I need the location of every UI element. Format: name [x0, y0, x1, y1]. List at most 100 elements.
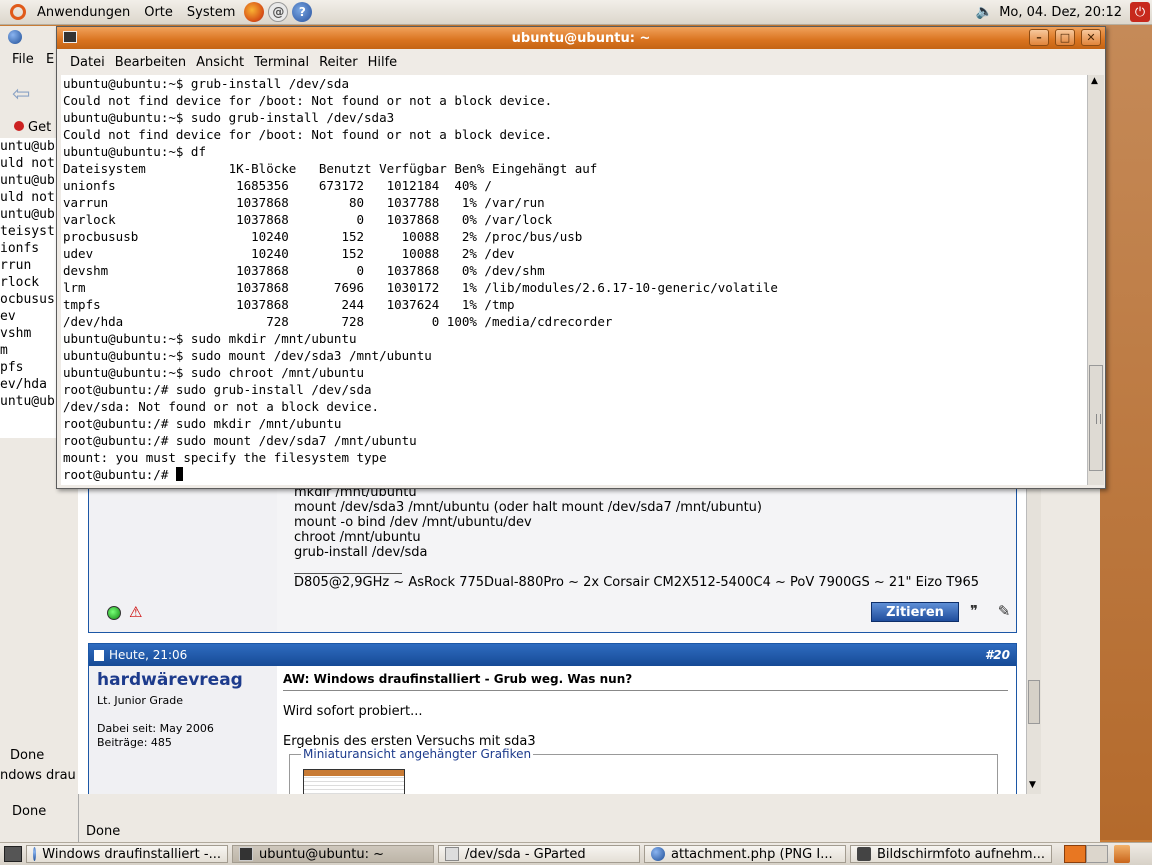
ubuntu-logo-icon[interactable]	[10, 4, 26, 20]
text-cursor	[175, 467, 183, 481]
bookmark-get[interactable]: Get	[14, 120, 51, 135]
clock[interactable]: Mo, 04. Dez, 20:12	[999, 5, 1122, 20]
terminal-titlebar[interactable]: ubuntu@ubuntu: ~ – □ ✕	[57, 27, 1105, 49]
browser-scrollbar[interactable]: ▼	[1026, 460, 1041, 794]
terminal-line: Dateisystem 1K-Blöcke Benutzt Verfügbar …	[63, 161, 598, 176]
power-icon[interactable]: ⏻	[1130, 2, 1150, 22]
forum-content: mkdir /mnt/ubuntu mount /dev/sda3 /mnt/u…	[78, 460, 1040, 794]
menu-bearbeiten[interactable]: Bearbeiten	[110, 55, 191, 70]
scrollbar-thumb[interactable]	[1089, 365, 1103, 471]
menu-ansicht[interactable]: Ansicht	[191, 55, 249, 70]
menu-terminal[interactable]: Terminal	[249, 55, 314, 70]
post-title-divider	[283, 690, 1008, 691]
terminal-line: ubuntu@ubuntu:~$ grub-install /dev/sda	[63, 76, 349, 91]
trash-icon[interactable]	[1114, 845, 1130, 863]
terminal-line: Could not find device for /boot: Not fou…	[63, 93, 553, 108]
signature: D805@2,9GHz ~ AsRock 775Dual-880Pro ~ 2x…	[294, 575, 980, 590]
browser-tab[interactable]: ndows drau	[0, 768, 76, 783]
attachments-legend: Miniaturansicht angehängter Grafiken	[301, 747, 534, 761]
firefox-icon[interactable]	[244, 2, 265, 22]
post-text-line: Wird sofort probiert...	[283, 704, 423, 719]
online-status-icon	[107, 606, 121, 620]
terminal-line: devshm 1037868 0 1037868 0% /dev/shm	[63, 263, 545, 278]
terminal-line: /dev/sda: Not found or not a block devic…	[63, 399, 380, 414]
menu-orte[interactable]: Orte	[137, 5, 180, 20]
browser-globe-icon	[33, 847, 37, 861]
status-text: Done	[12, 804, 47, 819]
terminal-line: Could not find device for /boot: Not fou…	[63, 127, 553, 142]
post-date: Heute, 21:06	[109, 648, 188, 662]
back-arrow-icon[interactable]: ⇦	[12, 82, 30, 107]
post-text-line: chroot /mnt/ubuntu	[294, 530, 421, 545]
bottom-panel: Windows draufinstalliert -... ubuntu@ubu…	[0, 842, 1152, 865]
scroll-up-arrow-icon[interactable]: ▲	[1091, 76, 1098, 86]
window-title: ubuntu@ubuntu: ~	[511, 30, 651, 46]
quick-reply-icon[interactable]: ✎	[993, 601, 1015, 621]
menu-datei[interactable]: Datei	[65, 55, 110, 70]
browser-menu-file[interactable]: File	[12, 52, 34, 67]
terminal-line: varrun 1037868 80 1037788 1% /var/run	[63, 195, 545, 210]
menu-hilfe[interactable]: Hilfe	[363, 55, 403, 70]
terminal-line: mount: you must specify the filesystem t…	[63, 450, 387, 465]
terminal-menubar: Datei Bearbeiten Ansicht Terminal Reiter…	[57, 49, 1105, 75]
terminal-window: ubuntu@ubuntu: ~ – □ ✕ Datei Bearbeiten …	[56, 26, 1106, 489]
user-rank: Lt. Junior Grade	[97, 694, 183, 707]
terminal-line: root@ubuntu:/# sudo mkdir /mnt/ubuntu	[63, 416, 342, 431]
quote-button[interactable]: Zitieren	[871, 602, 959, 622]
terminal-window-icon[interactable]	[63, 31, 77, 43]
volume-icon[interactable]: 🔈	[976, 4, 993, 20]
taskbar-item-screenshot[interactable]: Bildschirmfoto aufnehm...	[850, 845, 1052, 863]
post-number[interactable]: #20	[985, 648, 1010, 662]
scroll-down-arrow-icon[interactable]: ▼	[1029, 780, 1036, 790]
taskbar-item-terminal[interactable]: ubuntu@ubuntu: ~	[232, 845, 434, 863]
maximize-button[interactable]: □	[1055, 29, 1075, 46]
close-button[interactable]: ✕	[1081, 29, 1101, 46]
terminal-scrollbar[interactable]: ▲	[1087, 75, 1104, 485]
multiquote-icon[interactable]: ❞	[963, 601, 985, 621]
menu-system[interactable]: System	[180, 5, 242, 20]
terminal-prompt-line[interactable]: root@ubuntu:/#	[61, 466, 1087, 483]
workspace-2[interactable]	[1086, 845, 1108, 863]
terminal-line: root@ubuntu:/# sudo grub-install /dev/sd…	[63, 382, 372, 397]
menu-anwendungen[interactable]: Anwendungen	[30, 5, 137, 20]
gparted-icon	[445, 847, 459, 861]
terminal-icon	[239, 847, 253, 861]
minimize-button[interactable]: –	[1029, 29, 1049, 46]
browser-menu-edit[interactable]: E	[46, 52, 54, 67]
user-joined: Dabei seit: May 2006	[97, 722, 214, 735]
post-icon	[94, 649, 104, 661]
help-icon[interactable]: ?	[292, 2, 313, 22]
mail-icon[interactable]: @	[268, 2, 289, 22]
terminal-prompt: root@ubuntu:/#	[63, 467, 176, 482]
workspace-1[interactable]	[1064, 845, 1086, 863]
post-title: AW: Windows draufinstalliert - Grub weg.…	[283, 672, 633, 686]
scrollbar-thumb[interactable]	[1028, 680, 1040, 724]
browser-status-bar: Done	[86, 824, 121, 839]
report-icon[interactable]: ⚠	[129, 603, 142, 621]
terminal-line: unionfs 1685356 673172 1012184 40% /	[63, 178, 492, 193]
terminal-output[interactable]: ubuntu@ubuntu:~$ grub-install /dev/sda C…	[61, 75, 1087, 485]
status-text: Done	[10, 748, 45, 763]
username[interactable]: hardwärevreag	[97, 670, 243, 690]
grip-icon	[1096, 414, 1101, 424]
attachment-thumbnail[interactable]	[303, 769, 405, 794]
taskbar-item-browser[interactable]: Windows draufinstalliert -...	[26, 845, 228, 863]
terminal-line: lrm 1037868 7696 1030172 1% /lib/modules…	[63, 280, 778, 295]
taskbar-item-gparted[interactable]: /dev/sda - GParted	[438, 845, 640, 863]
bookmark-icon	[14, 121, 24, 131]
terminal-line: varlock 1037868 0 1037868 0% /var/lock	[63, 212, 553, 227]
post-text-line: mount -o bind /dev /mnt/ubuntu/dev	[294, 515, 532, 530]
terminal-line: ubuntu@ubuntu:~$ sudo grub-install /dev/…	[63, 110, 395, 125]
terminal-line: /dev/hda 728 728 0 100% /media/cdrecorde…	[63, 314, 613, 329]
menu-reiter[interactable]: Reiter	[314, 55, 363, 70]
signature-divider	[294, 573, 402, 574]
taskbar-item-image[interactable]: attachment.php (PNG I...	[644, 845, 846, 863]
terminal-line: ubuntu@ubuntu:~$ sudo mkdir /mnt/ubuntu	[63, 331, 357, 346]
post-text-line: grub-install /dev/sda	[294, 545, 428, 560]
camera-icon	[857, 847, 871, 861]
show-desktop-icon[interactable]	[4, 846, 22, 862]
user-info: hardwärevreag Lt. Junior Grade Dabei sei…	[89, 666, 277, 794]
forum-post: Heute, 21:06 #20 hardwärevreag Lt. Junio…	[88, 643, 1017, 794]
terminal-line: ubuntu@ubuntu:~$ df	[63, 144, 206, 159]
post-text-line: mount /dev/sda3 /mnt/ubuntu (oder halt m…	[294, 500, 762, 515]
